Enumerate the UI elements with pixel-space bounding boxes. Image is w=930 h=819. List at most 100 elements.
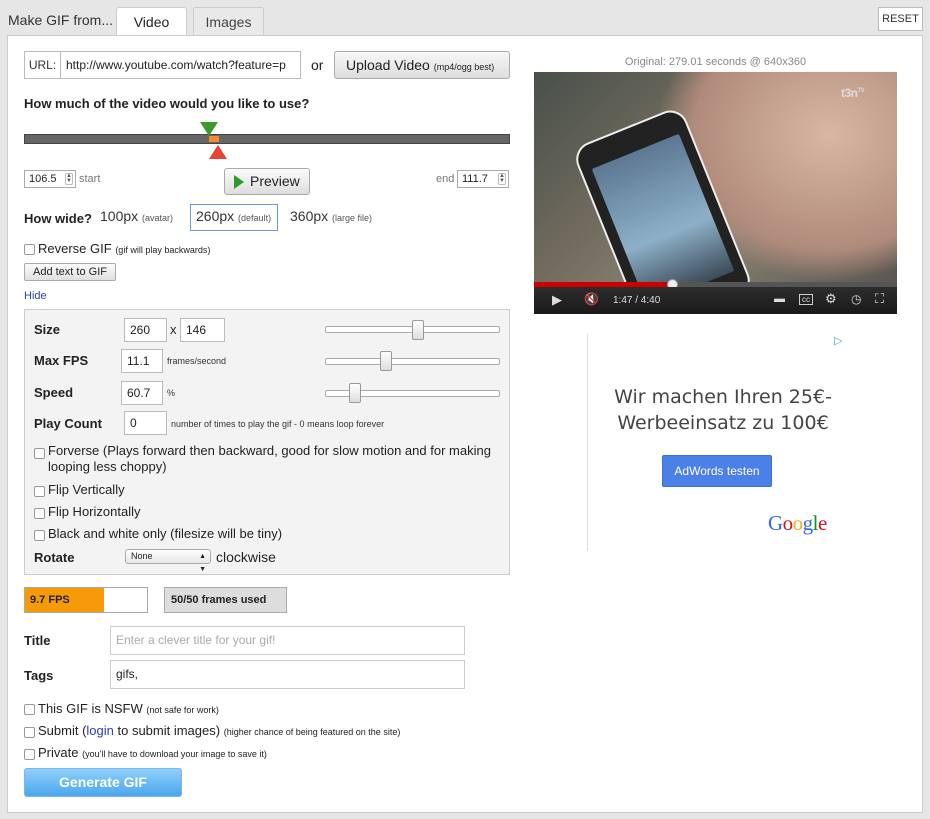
- width-option-360[interactable]: 360px (large file): [290, 208, 372, 224]
- comments-icon[interactable]: ▬: [774, 293, 785, 305]
- fps-slider[interactable]: [325, 358, 500, 365]
- reverse-checkbox[interactable]: [24, 244, 35, 255]
- fps-label: Max FPS: [34, 353, 89, 368]
- nsfw-label: This GIF is NSFW (not safe for work): [38, 701, 219, 716]
- size-slider-knob[interactable]: [411, 320, 424, 340]
- app-title: Make GIF from...: [8, 12, 114, 28]
- tab-video[interactable]: Video: [116, 7, 187, 37]
- frames-used: 50/50 frames used: [164, 587, 287, 613]
- playcount-input[interactable]: 0: [124, 411, 167, 435]
- ad-text: Wir machen Ihren 25€-Werbeeinsatz zu 100…: [614, 386, 832, 434]
- generate-gif-button[interactable]: Generate GIF: [24, 768, 182, 797]
- tags-label: Tags: [24, 668, 54, 683]
- width-label: 260px: [196, 208, 235, 224]
- speed-slider-knob[interactable]: [348, 383, 361, 403]
- hide-link[interactable]: Hide: [24, 290, 47, 302]
- nsfw-checkbox[interactable]: [24, 704, 35, 715]
- mute-icon[interactable]: 🔇: [584, 292, 599, 306]
- rotate-select[interactable]: None ▲ ▼: [125, 549, 211, 573]
- adchoices-icon[interactable]: ▷: [834, 334, 842, 347]
- start-input[interactable]: 106.5 ▲ ▼: [24, 170, 76, 188]
- fps-slider-knob[interactable]: [380, 351, 393, 371]
- watermark-text: t3n: [841, 86, 858, 100]
- width-note: (default): [238, 213, 272, 223]
- fps-unit: frames/second: [167, 356, 227, 366]
- range-slider-track[interactable]: [24, 134, 510, 144]
- width-question: How wide?: [24, 211, 92, 226]
- google-logo: Google: [768, 511, 827, 536]
- size-width-input[interactable]: 260: [124, 318, 167, 342]
- width-note: (large file): [332, 213, 373, 223]
- fps-meter-fill: 9.7 FPS: [25, 588, 105, 612]
- url-input[interactable]: http://www.youtube.com/watch?feature=p: [66, 52, 298, 78]
- captions-icon[interactable]: cc: [799, 294, 813, 305]
- end-input[interactable]: 111.7 ▲ ▼: [457, 170, 509, 188]
- stepper-icon[interactable]: ▲ ▼: [498, 173, 506, 185]
- start-handle-icon[interactable]: [200, 122, 218, 136]
- end-value: 111.7: [462, 173, 488, 185]
- add-text-button[interactable]: Add text to GIF: [24, 263, 116, 281]
- reverse-label: Reverse GIF (gif will play backwards): [38, 241, 210, 256]
- size-label: Size: [34, 322, 61, 337]
- url-field[interactable]: URL: http://www.youtube.com/watch?featur…: [24, 51, 301, 79]
- end-handle-icon[interactable]: [209, 145, 227, 159]
- black-white-checkbox[interactable]: [34, 530, 45, 541]
- size-height-input[interactable]: 146: [180, 318, 225, 342]
- title-label: Title: [24, 633, 51, 648]
- top-bar: Make GIF from... Video Images RESET: [0, 0, 930, 37]
- width-option-100[interactable]: 100px (avatar): [100, 208, 173, 224]
- google-logo-letter: G: [768, 511, 783, 535]
- play-icon[interactable]: ▶: [552, 292, 562, 308]
- watermark-sup: TV: [857, 88, 865, 94]
- playcount-label: Play Count: [34, 416, 102, 431]
- rotate-value: None: [131, 551, 153, 561]
- private-label: Private (you'll have to download your im…: [38, 745, 267, 760]
- forverse-checkbox[interactable]: [34, 448, 45, 459]
- private-checkbox[interactable]: [24, 749, 35, 760]
- private-note: (you'll have to download your image to s…: [82, 749, 267, 759]
- fps-input[interactable]: 11.1: [121, 349, 163, 373]
- original-info: Original: 279.01 seconds @ 640x360: [624, 56, 807, 68]
- submit-text-pre: Submit (: [38, 723, 87, 738]
- video-watermark: t3nTV: [841, 86, 865, 100]
- fullscreen-icon[interactable]: ⛶: [875, 291, 884, 307]
- width-label: 100px: [100, 208, 139, 224]
- submit-label: Submit (login to submit images) (higher …: [38, 723, 400, 738]
- stepper-icon[interactable]: ▲ ▼: [65, 173, 73, 185]
- watch-later-icon[interactable]: ◷: [851, 292, 861, 306]
- title-input[interactable]: Enter a clever title for your gif!: [110, 626, 465, 655]
- play-icon: [234, 175, 244, 189]
- options-panel: Size 260 x 146 Max FPS 11.1 frames/secon…: [24, 309, 510, 575]
- reset-button[interactable]: RESET: [878, 7, 923, 31]
- ad-panel: ▷ Wir machen Ihren 25€-Werbeeinsatz zu 1…: [587, 334, 847, 551]
- nsfw-text: This GIF is NSFW: [38, 701, 143, 716]
- range-question: How much of the video would you like to …: [24, 96, 310, 111]
- login-link[interactable]: login: [86, 723, 113, 738]
- width-label: 360px: [290, 208, 329, 224]
- submit-note: (higher chance of being featured on the …: [223, 727, 401, 737]
- ad-button[interactable]: AdWords testen: [662, 455, 772, 487]
- start-value: 106.5: [29, 173, 57, 185]
- reverse-text: Reverse GIF: [38, 241, 112, 256]
- tab-images[interactable]: Images: [193, 7, 264, 36]
- end-label: end: [436, 173, 455, 185]
- playcount-note: number of times to play the gif - 0 mean…: [171, 419, 385, 429]
- settings-icon[interactable]: ⚙: [825, 291, 837, 307]
- upload-video-button[interactable]: Upload Video (mp4/ogg best): [334, 51, 510, 79]
- video-time: 1:47 / 4:40: [613, 295, 661, 306]
- width-option-260[interactable]: 260px (default): [196, 208, 271, 224]
- flip-vertical-checkbox[interactable]: [34, 486, 45, 497]
- black-white-label: Black and white only (filesize will be t…: [48, 526, 283, 541]
- rotate-label: Rotate: [34, 550, 75, 565]
- speed-input[interactable]: 60.7: [121, 381, 163, 405]
- upload-label: Upload Video: [346, 57, 430, 73]
- url-label: URL:: [25, 52, 61, 78]
- google-logo-letter: o: [792, 511, 804, 535]
- tags-input[interactable]: gifs,: [110, 660, 465, 689]
- submit-checkbox[interactable]: [24, 727, 35, 738]
- width-note: (avatar): [142, 213, 174, 223]
- reverse-note: (gif will play backwards): [115, 245, 211, 255]
- video-controls: ▶ 🔇 1:47 / 4:40 ▬ cc ⚙ ◷ ⛶: [534, 287, 897, 314]
- video-player[interactable]: t3nTV ▶ 🔇 1:47 / 4:40 ▬ cc ⚙ ◷ ⛶: [534, 72, 897, 314]
- flip-horizontal-checkbox[interactable]: [34, 508, 45, 519]
